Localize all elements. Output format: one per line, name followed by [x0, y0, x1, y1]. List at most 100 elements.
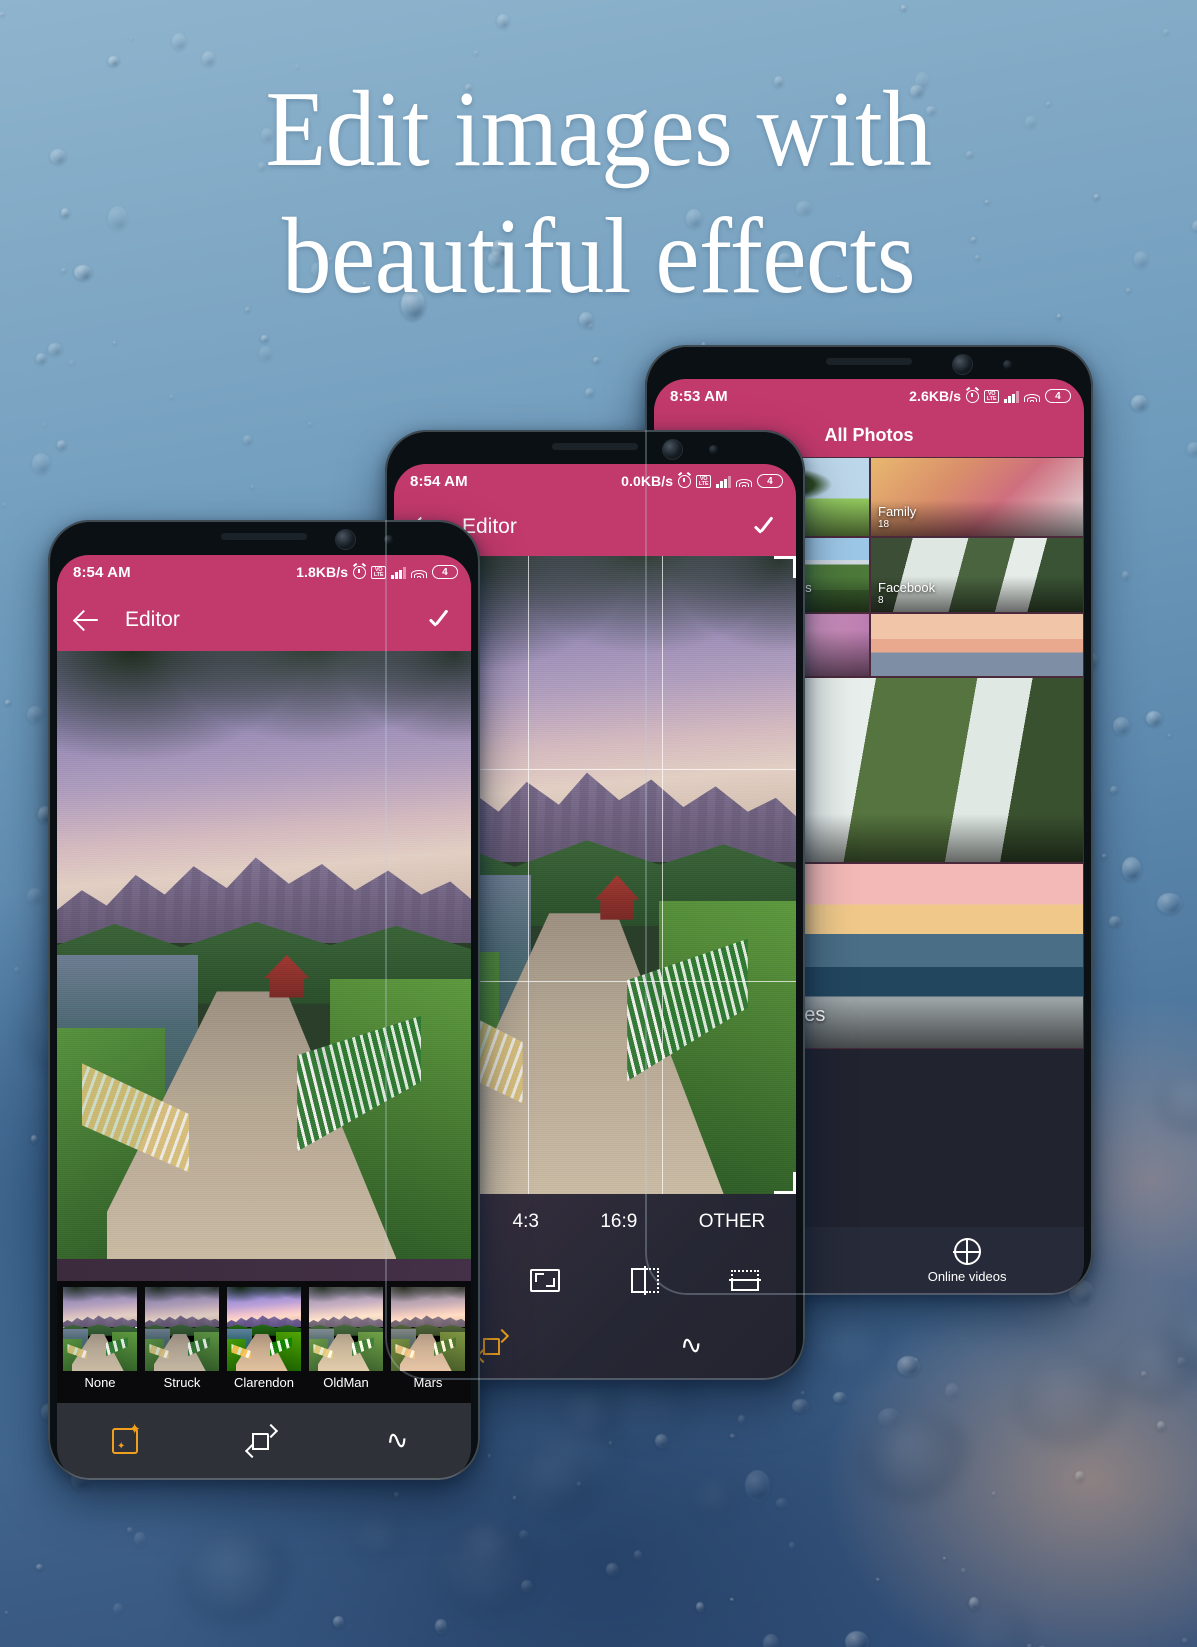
net-speed: 2.6KB/s	[909, 388, 962, 404]
back-arrow-icon[interactable]	[75, 608, 99, 632]
rain-blur-blot	[860, 1413, 974, 1504]
rain-droplet	[1075, 1471, 1084, 1482]
rain-droplet	[745, 1470, 771, 1503]
rain-droplet	[845, 1631, 869, 1647]
front-sensor	[1003, 360, 1012, 369]
volte-icon: VO LTE	[984, 389, 1000, 403]
rain-droplet	[696, 1602, 704, 1612]
tool-adjust[interactable]: ∿	[674, 1325, 718, 1369]
filter-item-struck[interactable]: Struck	[145, 1287, 219, 1390]
rain-droplet	[1113, 717, 1130, 735]
squiggle-icon: ∿	[677, 1328, 705, 1363]
rain-blur-blot	[694, 1482, 739, 1518]
earpiece-speaker	[826, 358, 912, 365]
filters-editor-screen: 8:54 AM 1.8KB/s VO LTE 4 Editor None Str…	[57, 555, 471, 1480]
volte-icon: VO LTE	[696, 474, 712, 488]
filter-label: OldMan	[323, 1375, 369, 1390]
status-icons: 0.0KB/s VO LTE 4	[621, 473, 783, 489]
phone-notch	[385, 430, 805, 464]
rain-droplet	[170, 395, 174, 400]
nav-item-online-videos[interactable]: Online videos	[927, 1238, 1007, 1284]
album-tile[interactable]	[870, 613, 1084, 677]
rain-droplet	[127, 1527, 134, 1533]
album-name: Family	[878, 504, 917, 520]
crop-handle-top-right[interactable]	[774, 556, 796, 578]
rain-droplet	[738, 1415, 745, 1424]
rain-droplet	[1168, 734, 1172, 738]
tool-crop[interactable]	[242, 1420, 286, 1464]
check-icon[interactable]	[427, 607, 453, 633]
filter-strip[interactable]: None Struck Clarendon OldMan Mars	[57, 1281, 471, 1403]
magic-wand-icon	[112, 1420, 141, 1454]
rain-droplet	[1122, 857, 1141, 881]
fit-image-icon[interactable]	[525, 1263, 565, 1297]
battery-icon: 4	[757, 474, 783, 488]
album-tile[interactable]: Facebook 8	[870, 537, 1084, 613]
app-bar-title: Editor	[462, 515, 517, 538]
wifi-icon	[411, 566, 427, 578]
filter-label: Clarendon	[234, 1375, 294, 1390]
rain-droplet	[14, 967, 21, 973]
album-tile[interactable]: Family 18	[870, 457, 1084, 537]
filter-item-none[interactable]: None	[63, 1287, 137, 1390]
album-caption: Facebook 8	[871, 576, 1083, 612]
rain-droplet	[1110, 786, 1118, 794]
rain-droplet	[801, 1391, 805, 1395]
rain-droplet	[48, 343, 63, 355]
rain-droplet	[308, 422, 312, 426]
front-camera	[336, 530, 355, 549]
rain-droplet	[394, 1492, 400, 1498]
filter-item-oldman[interactable]: OldMan	[309, 1287, 383, 1390]
ratio-4-3[interactable]: 4:3	[513, 1211, 539, 1233]
rain-droplet	[1157, 893, 1182, 914]
tool-adjust[interactable]: ∿	[380, 1420, 424, 1464]
status-icons: 1.8KB/s VO LTE 4	[296, 564, 458, 580]
editor-preview-image[interactable]	[57, 651, 471, 1259]
rain-droplet	[57, 440, 66, 450]
crop-handle-bottom-right[interactable]	[774, 1172, 796, 1194]
album-thumbnail	[871, 614, 1083, 676]
rain-droplet	[1163, 29, 1169, 35]
rain-droplet	[488, 1454, 492, 1459]
battery-icon: 4	[1045, 389, 1071, 403]
filter-thumbnail	[227, 1287, 301, 1371]
album-caption: Family 18	[871, 500, 1083, 536]
rain-droplet	[2, 502, 7, 508]
album-count: 8	[878, 595, 884, 606]
rain-blur-blot	[1114, 1332, 1197, 1405]
rain-blur-blot	[179, 1530, 299, 1626]
filter-item-mars[interactable]: Mars	[391, 1287, 465, 1390]
nav-label: Online videos	[927, 1269, 1007, 1284]
rain-blur-blot	[461, 1521, 521, 1569]
earpiece-speaker	[221, 533, 307, 540]
ratio-16-9[interactable]: 16:9	[600, 1211, 637, 1233]
globe-icon	[953, 1238, 981, 1265]
rain-droplet	[1146, 711, 1162, 727]
volte-icon: VO LTE	[371, 565, 387, 579]
page-title: Edit images with beautiful effects	[48, 66, 1149, 321]
ratio-other[interactable]: OTHER	[699, 1211, 766, 1233]
filter-item-clarendon[interactable]: Clarendon	[227, 1287, 301, 1390]
rain-droplet	[585, 388, 594, 398]
image-grain	[57, 651, 471, 1259]
rain-blur-blot	[352, 1516, 410, 1562]
earpiece-speaker	[552, 443, 638, 450]
front-camera	[953, 355, 972, 374]
signal-bars-icon	[391, 566, 406, 579]
front-sensor	[384, 535, 393, 544]
signal-bars-icon	[1004, 390, 1019, 403]
flip-horizontal-icon[interactable]	[625, 1263, 665, 1297]
rain-droplet	[251, 485, 254, 489]
filter-thumbnail	[145, 1287, 219, 1371]
rain-droplet	[634, 1550, 643, 1560]
rain-droplet	[259, 346, 272, 361]
filter-strip-divider	[57, 1259, 471, 1281]
rain-droplet	[897, 1356, 920, 1377]
tool-effects[interactable]	[104, 1420, 148, 1464]
status-time: 8:53 AM	[670, 387, 728, 405]
check-icon[interactable]	[752, 514, 778, 540]
rain-droplet	[1122, 571, 1130, 580]
net-speed: 1.8KB/s	[296, 564, 349, 580]
filter-preview	[391, 1287, 465, 1371]
flip-vertical-icon[interactable]	[726, 1263, 766, 1297]
